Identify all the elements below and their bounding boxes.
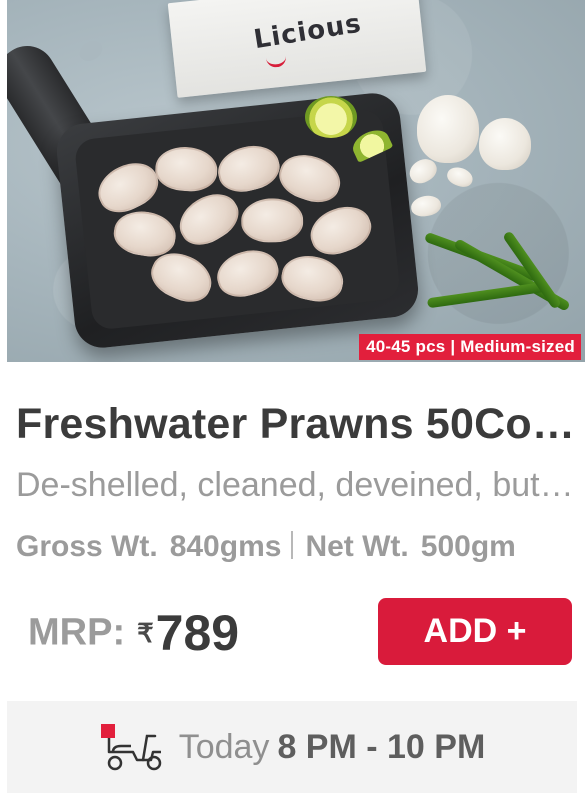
- prawn: [170, 184, 247, 254]
- delivery-day: Today: [178, 727, 270, 766]
- scooter-icon: [100, 724, 161, 771]
- prawn: [303, 198, 378, 262]
- prawn: [240, 197, 304, 243]
- price: MRP: ₹789: [28, 604, 239, 664]
- prawn: [110, 207, 179, 261]
- delivery-text: Today 8 PM - 10 PM: [179, 728, 486, 767]
- lime-slice: [305, 96, 357, 138]
- gross-weight-label: Gross Wt.: [16, 530, 158, 563]
- product-title[interactable]: Freshwater Prawns 50Co…: [16, 400, 581, 449]
- brand-logo: Licious: [251, 8, 364, 56]
- rupee-icon: ₹: [137, 617, 154, 648]
- product-image[interactable]: Licious 40-45 pcs | Medium-sized: [7, 0, 585, 362]
- net-weight-label: Net Wt.: [305, 530, 409, 563]
- product-description: De-shelled, cleaned, deveined, but…: [16, 466, 574, 504]
- prawn: [153, 144, 219, 194]
- prawn: [277, 250, 348, 307]
- gross-weight-value: 840gms: [169, 530, 282, 563]
- net-weight-value: 500gm: [420, 530, 516, 563]
- garlic-bulb: [417, 95, 479, 163]
- mrp-label: MRP:: [28, 611, 126, 654]
- prawn: [213, 139, 285, 198]
- brand-logo-smile: [265, 53, 287, 69]
- price-amount: 789: [155, 605, 240, 661]
- prawn: [90, 153, 166, 221]
- weight-info: Gross Wt. 840gms Net Wt. 500gm: [16, 530, 587, 570]
- product-card[interactable]: Licious 40-45 pcs | Medium-sized Freshwa…: [0, 0, 587, 796]
- prawn: [211, 243, 284, 303]
- delivery-slot: Today 8 PM - 10 PM: [7, 701, 577, 793]
- skillet-inner: [73, 108, 402, 331]
- skillet: [54, 90, 421, 351]
- pieces-badge: 40-45 pcs | Medium-sized: [359, 334, 581, 360]
- garlic-bulb: [479, 118, 531, 170]
- delivery-time-slot: 8 PM - 10 PM: [277, 727, 486, 766]
- weight-divider: [291, 531, 294, 559]
- add-to-cart-button[interactable]: ADD +: [378, 598, 572, 665]
